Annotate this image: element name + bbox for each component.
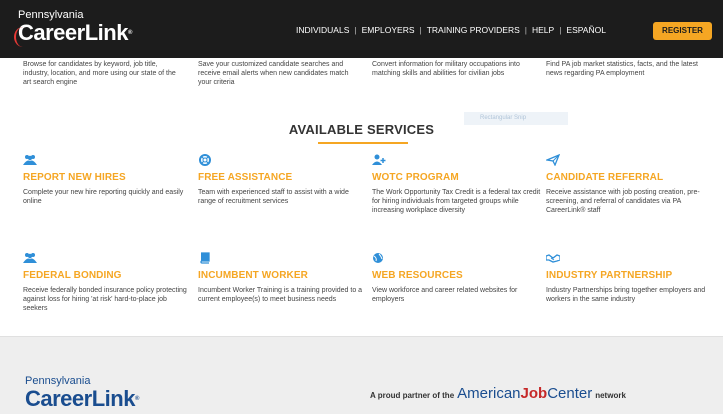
main-nav: INDIVIDUALS | EMPLOYERS | TRAINING PROVI… [292, 25, 610, 35]
nav-training-providers[interactable]: TRAINING PROVIDERS [423, 25, 524, 35]
title-underline [318, 142, 408, 144]
ajc-partner-line: A proud partner of the American Job Center… [370, 385, 626, 402]
nav-employers[interactable]: EMPLOYERS [358, 25, 419, 35]
service-industry-partnership[interactable]: INDUSTRY PARTNERSHIP Industry Partnershi… [546, 252, 716, 304]
partial-feature-text: Find PA job market statistics, facts, an… [546, 61, 698, 77]
globe-icon [373, 253, 383, 263]
register-button[interactable]: REGISTER [653, 22, 712, 40]
service-web-resources[interactable]: WEB RESOURCES View workforce and career … [372, 252, 542, 304]
service-incumbent-worker[interactable]: INCUMBENT WORKER Incumbent Worker Traini… [198, 252, 368, 304]
footer-careerlink-logo[interactable]: Pennsylvania CareerLink® [25, 375, 139, 411]
service-title[interactable]: CANDIDATE REFERRAL [546, 172, 716, 183]
service-title[interactable]: FREE ASSISTANCE [198, 172, 368, 183]
service-title[interactable]: INCUMBENT WORKER [198, 270, 368, 281]
partial-feature-text: Convert information for military occupat… [372, 61, 520, 77]
section-title: AVAILABLE SERVICES [288, 122, 435, 137]
handshake-icon [546, 254, 560, 263]
service-federal-bonding[interactable]: FEDERAL BONDING Receive federally bonded… [23, 252, 193, 313]
ajc-logo-american[interactable]: American [454, 385, 520, 402]
service-title[interactable]: REPORT NEW HIRES [23, 172, 193, 183]
people-icon [23, 253, 37, 263]
service-free-assistance[interactable]: FREE ASSISTANCE Team with experienced st… [198, 154, 368, 206]
careerlink-logo[interactable]: Pennsylvania CareerLink® [14, 9, 132, 47]
nav-help[interactable]: HELP [528, 25, 558, 35]
nav-individuals[interactable]: INDIVIDUALS [292, 25, 353, 35]
service-candidate-referral[interactable]: CANDIDATE REFERRAL Receive assistance wi… [546, 154, 716, 215]
service-description: Team with experienced staff to assist wi… [198, 189, 349, 205]
user-plus-icon [372, 154, 386, 165]
nav-espanol[interactable]: ESPAÑOL [562, 25, 610, 35]
people-icon [23, 155, 37, 165]
service-description: The Work Opportunity Tax Credit is a fed… [372, 189, 541, 214]
service-description: Industry Partnerships bring together emp… [546, 287, 706, 303]
footer-logo-brand-text: CareerLink® [25, 386, 139, 411]
service-description: View workforce and career related websit… [372, 287, 518, 303]
service-description: Incumbent Worker Training is a training … [198, 287, 363, 303]
lifebuoy-icon [199, 154, 211, 166]
logo-swoosh-icon [14, 27, 32, 47]
partial-feature-text: Save your customized candidate searches … [198, 61, 349, 86]
logo-brand-text: CareerLink® [14, 21, 132, 47]
service-description: Complete your new hire reporting quickly… [23, 189, 184, 205]
service-title[interactable]: WOTC PROGRAM [372, 172, 542, 183]
partner-prefix: A proud partner of the [370, 391, 455, 400]
service-title[interactable]: INDUSTRY PARTNERSHIP [546, 270, 716, 281]
service-report-new-hires[interactable]: REPORT NEW HIRES Complete your new hire … [23, 154, 193, 206]
paper-plane-icon [546, 154, 560, 166]
site-header: Pennsylvania CareerLink® INDIVIDUALS | E… [0, 0, 723, 58]
service-description: Receive federally bonded insurance polic… [23, 287, 187, 312]
site-footer: Pennsylvania CareerLink® A proud partner… [0, 336, 723, 414]
service-wotc-program[interactable]: WOTC PROGRAM The Work Opportunity Tax Cr… [372, 154, 542, 215]
service-title[interactable]: WEB RESOURCES [372, 270, 542, 281]
book-icon [200, 252, 210, 264]
service-description: Receive assistance with job posting crea… [546, 189, 700, 214]
ajc-logo-job[interactable]: Job [521, 385, 548, 402]
partial-feature-text: Browse for candidates by keyword, job ti… [23, 61, 176, 86]
partner-suffix: network [595, 391, 626, 400]
ajc-logo-center[interactable]: Center [547, 385, 595, 402]
service-title[interactable]: FEDERAL BONDING [23, 270, 193, 281]
